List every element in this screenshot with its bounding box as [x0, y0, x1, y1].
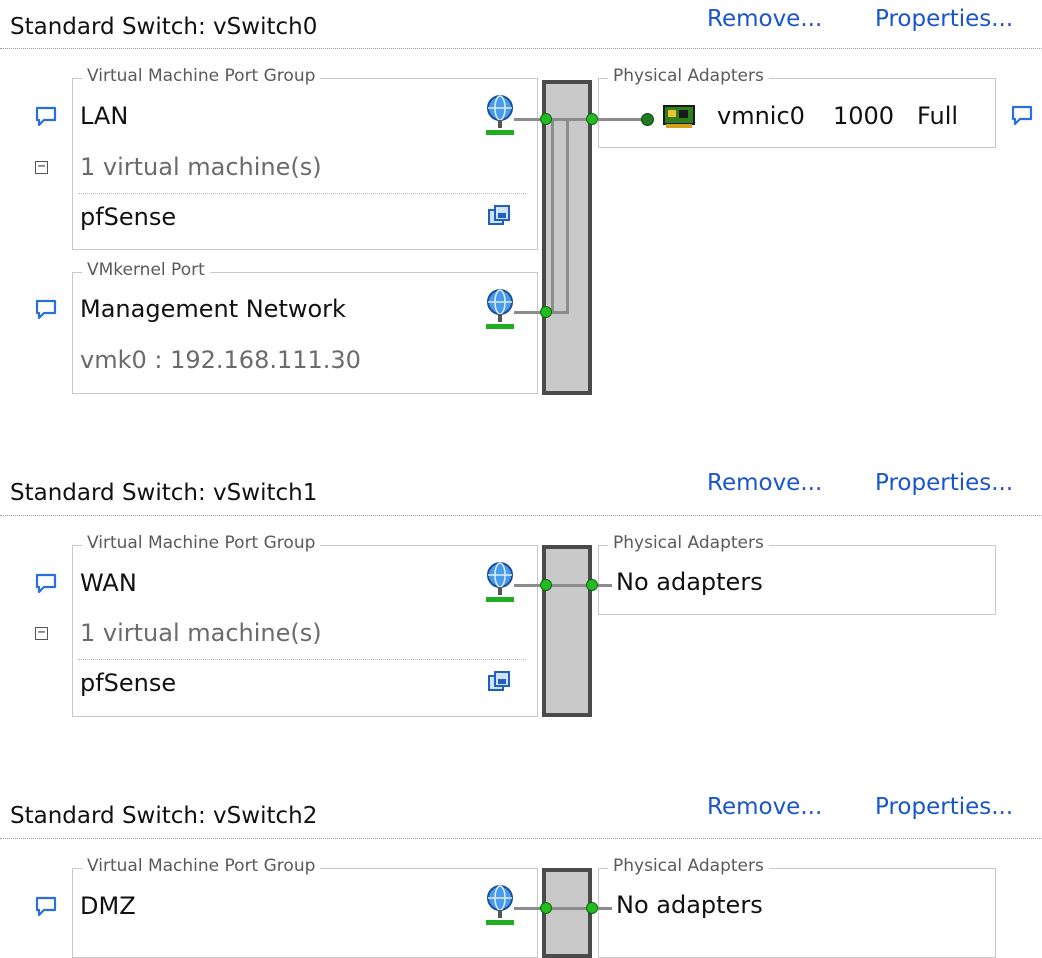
- adapter-speed: 1000: [833, 102, 895, 130]
- port-group-name: WAN: [80, 569, 137, 597]
- collapse-minus-icon[interactable]: −: [35, 626, 48, 640]
- vm-count: 1 virtual machine(s): [80, 619, 322, 647]
- switch-title: Standard Switch: vSwitch1: [10, 480, 318, 506]
- virtual-machine-icon: [488, 205, 510, 225]
- collapse-minus-icon[interactable]: −: [35, 160, 48, 174]
- port-dot: [586, 579, 598, 591]
- port-group-legend: VMkernel Port: [82, 260, 210, 280]
- port-group-name: Management Network: [80, 295, 346, 323]
- connector-line: [598, 584, 612, 587]
- port-dot: [586, 113, 598, 125]
- speech-bubble-icon[interactable]: [35, 105, 57, 127]
- speech-bubble-icon[interactable]: [1011, 104, 1033, 126]
- speech-bubble-icon[interactable]: [35, 298, 57, 320]
- connector-line: [551, 311, 569, 314]
- no-adapters-label: No adapters: [616, 891, 763, 919]
- physical-adapters-legend: Physical Adapters: [608, 856, 769, 876]
- port-group-legend: Virtual Machine Port Group: [82, 533, 321, 553]
- properties-link[interactable]: Properties...: [875, 470, 1013, 496]
- port-group-legend: Virtual Machine Port Group: [82, 856, 321, 876]
- adapter-duplex: Full: [917, 102, 959, 130]
- port-dot: [540, 579, 552, 591]
- vm-separator: [78, 193, 526, 194]
- adapter-dot: [641, 113, 654, 126]
- connector-line: [566, 118, 569, 314]
- speech-bubble-icon[interactable]: [35, 895, 57, 917]
- nic-card-icon: [663, 105, 695, 128]
- port-dot: [586, 902, 598, 914]
- switch-title: Standard Switch: vSwitch2: [10, 803, 318, 829]
- port-group-name: DMZ: [80, 892, 136, 920]
- port-dot: [540, 113, 552, 125]
- no-adapters-label: No adapters: [616, 568, 763, 596]
- vm-name[interactable]: pfSense: [80, 202, 176, 232]
- switch-bar: [542, 545, 592, 717]
- remove-link[interactable]: Remove...: [707, 794, 822, 820]
- switch-title: Standard Switch: vSwitch0: [10, 14, 318, 40]
- vm-separator: [78, 659, 526, 660]
- header-separator: [0, 838, 1042, 839]
- connector-line: [514, 584, 594, 587]
- speech-bubble-icon[interactable]: [35, 572, 57, 594]
- connector-line: [551, 118, 554, 314]
- physical-adapters-legend: Physical Adapters: [608, 66, 769, 86]
- network-globe-icon: [486, 289, 514, 329]
- network-globe-icon: [486, 562, 514, 602]
- virtual-machine-icon: [488, 671, 510, 691]
- port-group-legend: Virtual Machine Port Group: [82, 66, 321, 86]
- port-dot: [540, 306, 552, 318]
- header-separator: [0, 48, 1042, 49]
- properties-link[interactable]: Properties...: [875, 794, 1013, 820]
- connector-line: [514, 907, 594, 910]
- vm-count: 1 virtual machine(s): [80, 153, 322, 181]
- port-group-vmkernel[interactable]: [72, 272, 538, 394]
- port-group-name: LAN: [80, 102, 129, 130]
- connector-line: [598, 118, 644, 121]
- remove-link[interactable]: Remove...: [707, 6, 822, 32]
- switch-bar: [542, 868, 592, 958]
- vmkernel-address: vmk0 : 192.168.111.30: [80, 346, 361, 374]
- header-separator: [0, 515, 1042, 516]
- network-globe-icon: [486, 95, 514, 135]
- physical-adapters-legend: Physical Adapters: [608, 533, 769, 553]
- network-globe-icon: [486, 885, 514, 925]
- port-group-dmz[interactable]: [72, 868, 538, 958]
- remove-link[interactable]: Remove...: [707, 470, 822, 496]
- port-dot: [540, 902, 552, 914]
- adapter-name: vmnic0: [717, 102, 805, 130]
- connector-line: [598, 907, 612, 910]
- properties-link[interactable]: Properties...: [875, 6, 1013, 32]
- vm-name[interactable]: pfSense: [80, 668, 176, 698]
